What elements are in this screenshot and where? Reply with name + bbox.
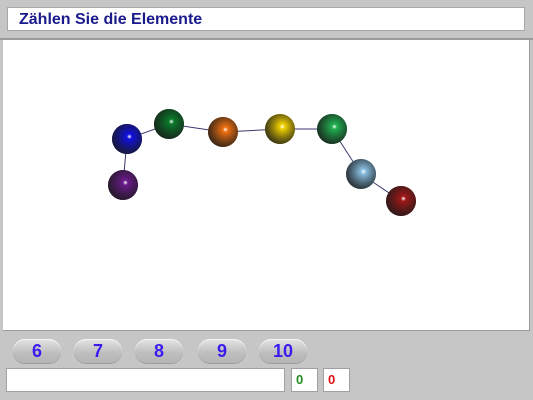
answer-button-6[interactable]: 6 bbox=[13, 339, 61, 363]
dark-green-ball bbox=[154, 109, 184, 139]
dark-red-ball bbox=[386, 186, 416, 216]
balls-group bbox=[108, 109, 416, 216]
green-ball bbox=[317, 114, 347, 144]
ball-chain-graphic bbox=[108, 109, 416, 216]
blue-ball bbox=[112, 124, 142, 154]
title-bar: Zählen Sie die Elemente bbox=[7, 7, 525, 31]
page-title: Zählen Sie die Elemente bbox=[19, 11, 203, 28]
answer-button-9[interactable]: 9 bbox=[198, 339, 246, 363]
answer-button-8[interactable]: 8 bbox=[135, 339, 183, 363]
counting-canvas bbox=[3, 40, 530, 331]
correct-count: 0 bbox=[291, 368, 318, 392]
yellow-ball bbox=[265, 114, 295, 144]
purple-ball bbox=[108, 170, 138, 200]
orange-ball bbox=[208, 117, 238, 147]
status-field bbox=[6, 368, 285, 392]
wrong-count: 0 bbox=[323, 368, 350, 392]
light-blue-ball bbox=[346, 159, 376, 189]
answer-button-7[interactable]: 7 bbox=[74, 339, 122, 363]
answer-button-10[interactable]: 10 bbox=[259, 339, 307, 363]
